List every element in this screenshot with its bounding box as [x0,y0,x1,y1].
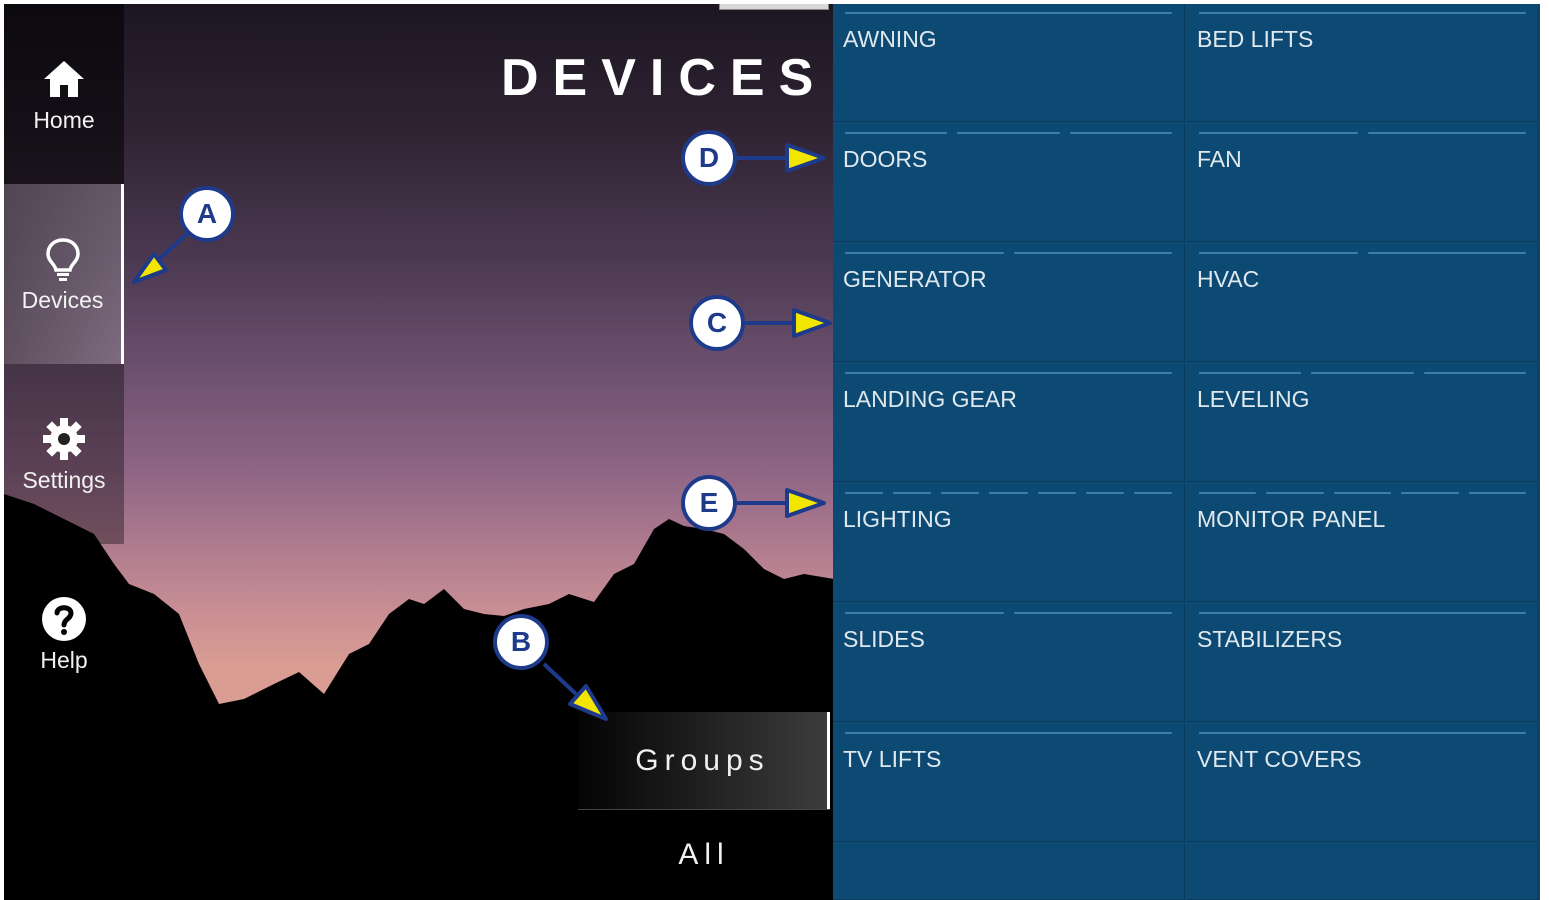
device-tile-stabilizers[interactable]: STABILIZERS [1187,604,1539,722]
tile-indicator [845,612,1172,615]
tile-indicator [1199,372,1526,375]
device-label: LIGHTING [843,506,952,532]
tile-indicator [1199,612,1526,615]
device-tile-tv-lifts[interactable]: TV LIFTS [833,724,1185,842]
device-label: LEVELING [1197,386,1310,412]
tile-indicator [845,132,1172,135]
device-label: SLIDES [843,626,925,652]
groups-tab[interactable]: Groups [578,712,830,809]
callout-b: B [493,614,549,670]
device-tile-empty [1187,844,1539,900]
sidebar-item-label: Help [40,646,88,673]
tile-indicator [845,732,1172,735]
sidebar-item-label: Devices [21,286,104,313]
help-icon [42,596,86,641]
sidebar-item-home[interactable]: Home [4,4,124,184]
device-label: MONITOR PANEL [1197,506,1386,532]
device-tile-lighting[interactable]: LIGHTING [833,484,1185,602]
device-tile-doors[interactable]: DOORS [833,124,1185,242]
tile-indicator [1199,12,1526,15]
sidebar: Home Devices Settings Help [4,4,124,724]
callout-d: D [681,130,737,186]
home-icon [44,60,84,97]
lightbulb-icon [45,237,80,281]
sidebar-item-settings[interactable]: Settings [4,364,124,544]
device-label: LANDING GEAR [843,386,1017,412]
device-label: TV LIFTS [843,746,942,772]
app-screen: Home Devices Settings Help DEVICES Group… [4,4,1540,900]
device-label: STABILIZERS [1197,626,1343,652]
device-label: AWNING [843,26,937,52]
device-tile-awning[interactable]: AWNING [833,4,1185,122]
sidebar-item-help[interactable]: Help [4,544,124,724]
tile-indicator [845,492,1172,495]
device-label: FAN [1197,146,1242,172]
sidebar-item-devices[interactable]: Devices [4,184,124,364]
device-label: HVAC [1197,266,1260,292]
device-tile-slides[interactable]: SLIDES [833,604,1185,722]
device-label: DOORS [843,146,928,172]
device-label: BED LIFTS [1197,26,1314,52]
callout-a: A [179,186,235,242]
gear-icon [43,417,85,460]
sidebar-item-label: Home [33,106,95,133]
tile-indicator [845,372,1172,375]
tile-indicator [1199,492,1527,495]
tile-indicator [845,252,1172,255]
tile-indicator [1199,132,1526,135]
device-tile-monitor-panel[interactable]: MONITOR PANEL [1187,484,1539,602]
callout-e: E [681,475,737,531]
device-tile-generator[interactable]: GENERATOR [833,244,1185,362]
device-tile-fan[interactable]: FAN [1187,124,1539,242]
tile-indicator [1199,252,1526,255]
device-tile-landing-gear[interactable]: LANDING GEAR [833,364,1185,482]
top-notch [719,4,829,10]
page-title: DEVICES [501,49,828,107]
sidebar-item-label: Settings [22,466,106,493]
tile-indicator [845,12,1172,15]
device-tile-bed-lifts[interactable]: BED LIFTS [1187,4,1539,122]
all-tab[interactable]: All [578,809,830,900]
device-label: VENT COVERS [1197,746,1362,772]
device-label: GENERATOR [843,266,987,292]
tile-indicator [1199,732,1526,735]
device-tile-empty [833,844,1185,900]
device-tile-hvac[interactable]: HVAC [1187,244,1539,362]
device-grid: AWNING BED LIFTS DOORS FAN GENERATOR HVA… [833,4,1540,900]
device-tile-leveling[interactable]: LEVELING [1187,364,1539,482]
callout-c: C [689,295,745,351]
device-tile-vent-covers[interactable]: VENT COVERS [1187,724,1539,842]
